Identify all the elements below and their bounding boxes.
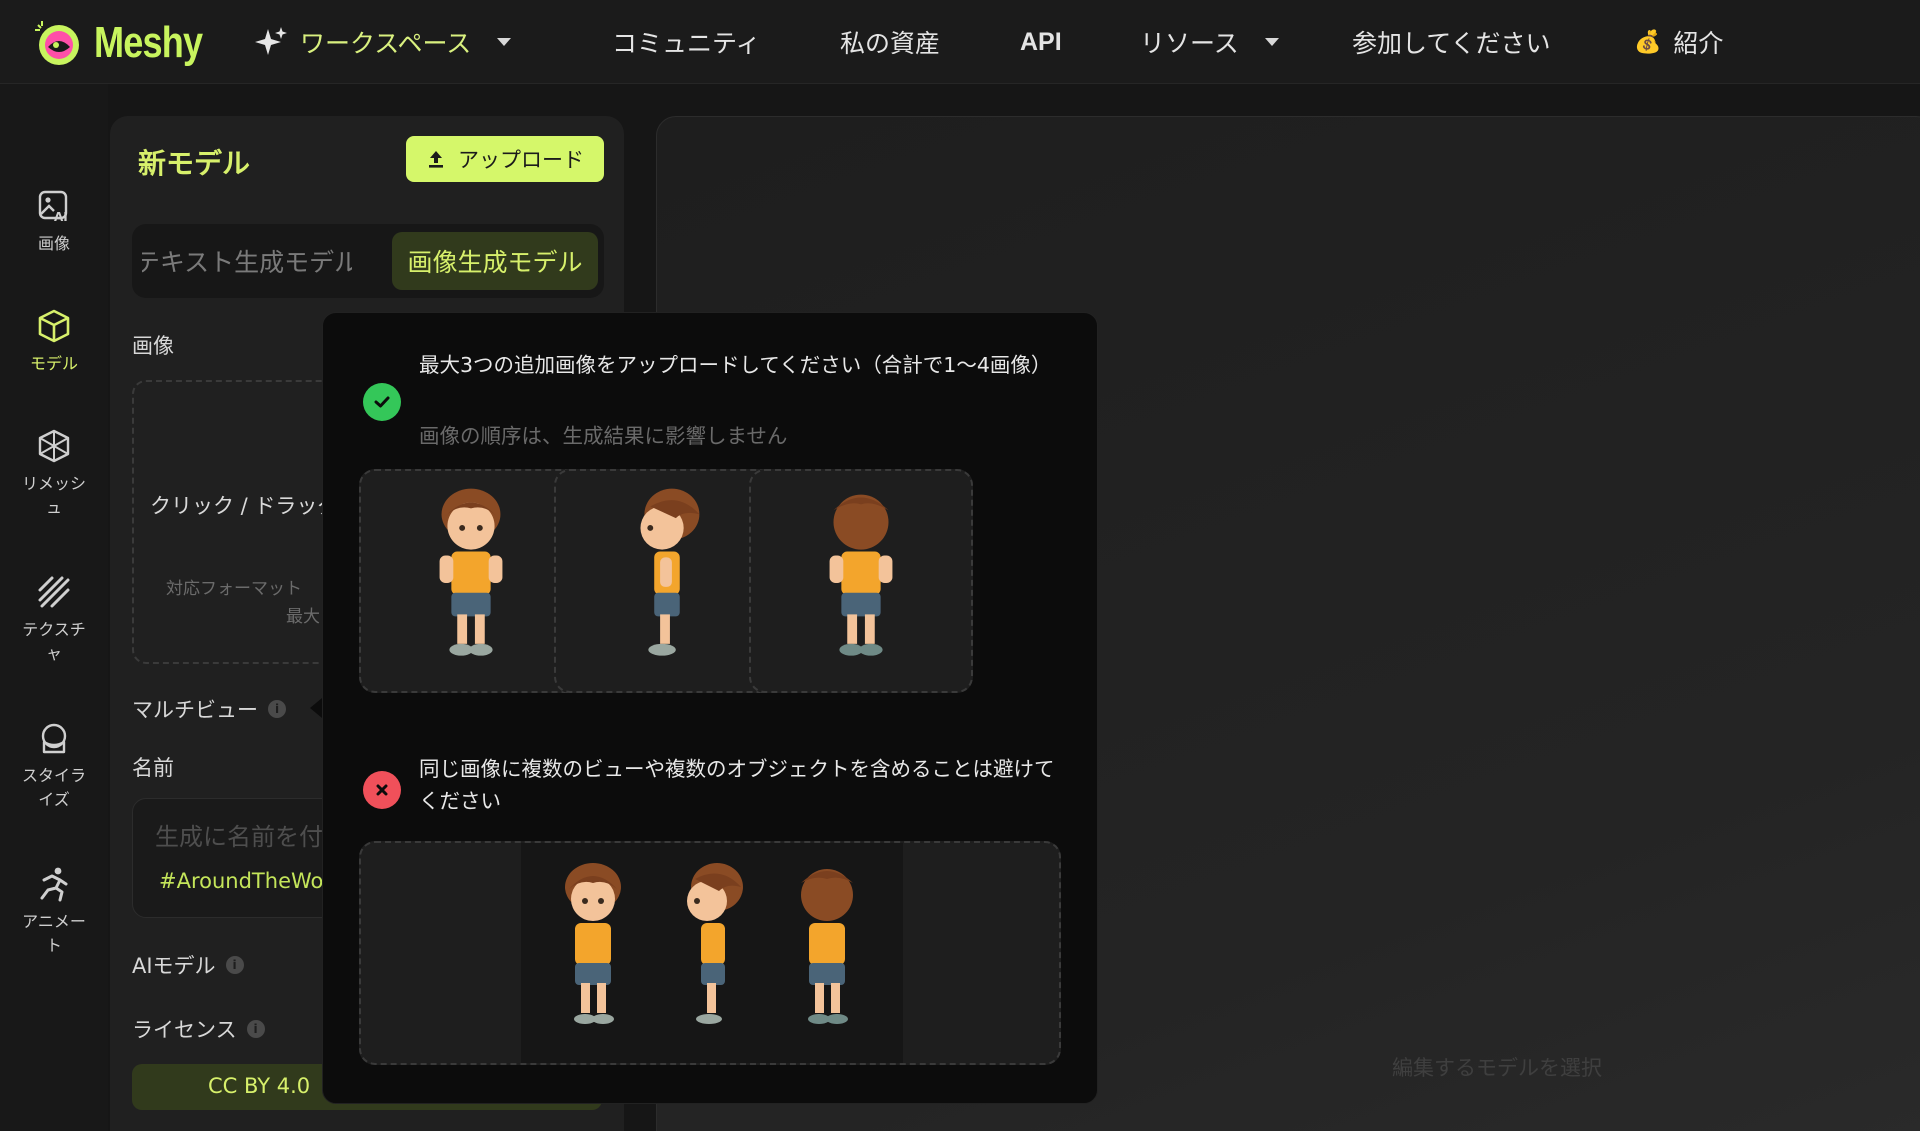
nav-assets-label: 私の資産: [840, 29, 941, 58]
left-rail: AI 画像 モデル リメッシュ テクスチャ スタイライズ アニメート: [0, 84, 108, 1131]
example-multiview-sheet: [359, 841, 1061, 1065]
rule-allowed-subtext: 画像の順序は、生成結果に影響しません: [419, 424, 788, 448]
rail-item-image[interactable]: AI 画像: [0, 188, 108, 256]
chevron-down-icon: [497, 38, 512, 46]
multiview-tooltip: 最大3つの追加画像をアップロードしてください（合計で1〜4画像） 画像の順序は、…: [322, 312, 1098, 1104]
rail-label-remesh: リメッシュ: [21, 474, 86, 517]
rail-item-animate[interactable]: アニメート: [0, 866, 108, 958]
boy-front-image: [439, 488, 503, 656]
nav-community[interactable]: コミュニティ: [612, 22, 761, 62]
sparkle-icon: [255, 27, 287, 55]
name-placeholder: 生成に名前を付: [155, 823, 323, 851]
image-ai-icon: AI: [38, 190, 68, 224]
rail-item-stylize[interactable]: スタイライズ: [0, 720, 108, 812]
nav-join[interactable]: 参加してください: [1352, 22, 1551, 62]
chevron-down-icon: [1264, 38, 1279, 46]
license-label-text: ライセンス: [132, 1018, 237, 1042]
nav-api-label: API: [1020, 27, 1062, 56]
x-icon: [363, 771, 401, 809]
logo-text: Meshy: [94, 18, 203, 67]
nav-resources[interactable]: リソース: [1140, 22, 1279, 62]
upload-button[interactable]: アップロード: [406, 136, 604, 182]
tab-image-to-model[interactable]: 画像生成モデル: [392, 232, 598, 290]
rail-item-model[interactable]: モデル: [0, 308, 108, 376]
name-label-text: 名前: [132, 756, 174, 780]
rail-item-remesh[interactable]: リメッシュ: [0, 428, 108, 520]
ai-model-label: AIモデル i: [132, 950, 244, 980]
stylize-icon: [41, 723, 67, 754]
nav-community-label: コミュニティ: [612, 29, 761, 58]
info-icon[interactable]: i: [225, 956, 244, 974]
license-value: CC BY 4.0: [208, 1074, 311, 1098]
rail-label-image: 画像: [37, 234, 70, 253]
license-label: ライセンス i: [132, 1014, 265, 1044]
upload-button-label: アップロード: [458, 148, 584, 172]
check-icon: [363, 383, 401, 421]
rail-label-stylize: スタイライズ: [21, 766, 86, 809]
nav-referral-label: 紹介: [1673, 29, 1724, 58]
rail-label-texture: テクスチャ: [22, 620, 86, 663]
mode-tabs: テキスト生成モデル 画像生成モデル: [132, 224, 604, 298]
nav-referral[interactable]: 💰 紹介: [1634, 22, 1723, 62]
money-bag-icon: 💰: [1634, 29, 1662, 55]
rail-label-model: モデル: [29, 354, 78, 373]
image-label-text: 画像: [132, 334, 174, 358]
multiview-label: マルチビュー i: [132, 694, 286, 724]
cube-icon: [38, 309, 70, 343]
dropzone-max: 最大: [286, 607, 320, 627]
example-front-view: [359, 469, 583, 693]
tab-text-to-model[interactable]: テキスト生成モデル: [142, 232, 352, 290]
boy-three-views-image: [565, 863, 853, 1024]
rule-allowed-text: 最大3つの追加画像をアップロードしてください（合計で1〜4画像）: [419, 353, 1052, 377]
image-label: 画像: [132, 330, 174, 360]
running-icon: [40, 867, 68, 902]
nav-resources-label: リソース: [1140, 29, 1239, 58]
info-icon[interactable]: i: [268, 700, 286, 718]
upload-icon: [429, 151, 443, 168]
meshy-logo[interactable]: Meshy: [32, 16, 226, 70]
nav-workspace[interactable]: ワークスペース: [254, 22, 512, 62]
nav-assets[interactable]: 私の資産: [840, 22, 940, 62]
dropzone-text: クリック / ドラッグ: [150, 494, 339, 518]
multiview-sheet-image: [521, 843, 903, 1063]
boy-side-image: [640, 488, 700, 656]
example-side-view: [554, 469, 778, 693]
dropzone-formats: 対応フォーマット: [166, 579, 302, 599]
info-icon[interactable]: i: [246, 1020, 265, 1038]
multiview-label-text: マルチビュー: [132, 698, 258, 722]
boy-back-image: [829, 494, 893, 656]
remesh-icon: [38, 429, 70, 463]
texture-icon: [38, 576, 70, 608]
rail-item-texture[interactable]: テクスチャ: [0, 574, 108, 666]
meshy-logo-icon: [35, 21, 79, 65]
example-back-view: [749, 469, 973, 693]
name-label: 名前: [132, 752, 174, 782]
panel-title: 新モデル: [138, 147, 251, 180]
ai-model-label-text: AIモデル: [132, 954, 216, 978]
nav-api[interactable]: API: [1020, 22, 1062, 62]
empty-state-hint: 編集するモデルを選択: [1392, 1056, 1602, 1080]
popover-arrow: [310, 698, 322, 718]
nav-join-label: 参加してください: [1352, 29, 1551, 58]
nav-workspace-label: ワークスペース: [300, 29, 472, 58]
rail-label-animate: アニメート: [22, 912, 86, 955]
svg-text:AI: AI: [54, 210, 68, 224]
rule-disallowed-text: 同じ画像に複数のビューや複数のオブジェクトを含めることは避けてください: [419, 757, 1055, 813]
top-navigation: Meshy ワークスペース コミュニティ 私の資産 API リソース 参加してく…: [0, 0, 1920, 84]
